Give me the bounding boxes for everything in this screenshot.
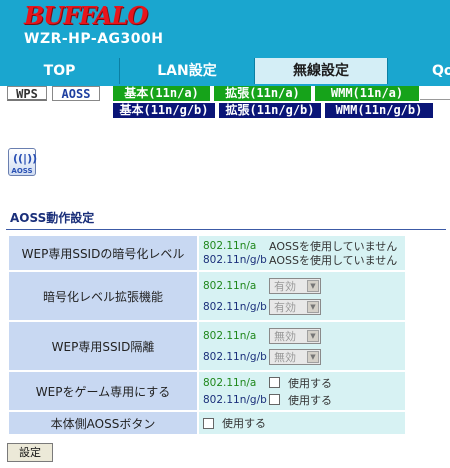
- std-11ngb: 802.11n/g/b: [203, 393, 267, 406]
- label-encryption-extension: 暗号化レベル拡張機能: [9, 272, 197, 320]
- std-11ngb: 802.11n/g/b: [203, 350, 267, 363]
- label-wep-ssid-isolation: WEP専用SSID隔離: [9, 322, 197, 370]
- value-wep-game-only: 802.11n/a 使用する 802.11n/g/b 使用する: [199, 372, 405, 410]
- aoss-settings-table: WEP専用SSIDの暗号化レベル 802.11n/a AOSSを使用していません…: [7, 234, 407, 436]
- header: BUFFALO WZR-HP-AG300H: [0, 0, 450, 58]
- aoss-icon-text: AOSS: [11, 167, 33, 175]
- label-wep-ssid-level: WEP専用SSIDの暗号化レベル: [9, 236, 197, 270]
- value-wep-ssid-isolation: 802.11n/a 無効 ▼ 802.11n/g/b 無効 ▼: [199, 322, 405, 370]
- subtab-basic-11na[interactable]: 基本(11n/a): [113, 86, 210, 101]
- section-divider: [6, 229, 446, 230]
- aoss-icon[interactable]: ((|)) AOSS: [8, 148, 38, 176]
- wep-game-11na-checkbox[interactable]: [269, 377, 280, 388]
- subtab-aoss[interactable]: AOSS: [52, 86, 100, 101]
- buffalo-logo: BUFFALO: [24, 1, 148, 30]
- chevron-down-icon: ▼: [307, 350, 319, 363]
- std-11na: 802.11n/a: [203, 329, 257, 342]
- tab-wireless-settings[interactable]: 無線設定: [255, 58, 388, 84]
- std-11na: 802.11n/a: [203, 279, 257, 292]
- encryption-extension-11na-select[interactable]: 有効 ▼: [269, 277, 321, 294]
- subtab-wps[interactable]: WPS: [7, 86, 47, 101]
- encryption-extension-11ngb-select[interactable]: 有効 ▼: [269, 298, 321, 315]
- value-wep-ssid-level: 802.11n/a AOSSを使用していません 802.11n/g/b AOSS…: [199, 236, 405, 270]
- subtab-ext-11na[interactable]: 拡張(11n/a): [214, 86, 311, 101]
- checkbox-label: 使用する: [222, 417, 266, 430]
- subtab-wmm-11na[interactable]: WMM(11n/a): [315, 86, 419, 101]
- table-row: WEP専用SSID隔離 802.11n/a 無効 ▼ 802.11n/g/b 無効…: [9, 322, 405, 370]
- tab-qos[interactable]: Qo: [388, 58, 450, 84]
- model-name: WZR-HP-AG300H: [24, 31, 164, 47]
- std-11na: 802.11n/a: [203, 376, 257, 389]
- std-11ngb: 802.11n/g/b: [203, 300, 267, 313]
- wireless-waves-icon: ((|)): [13, 152, 38, 165]
- subtab-basic-11ngb[interactable]: 基本(11n/g/b): [113, 103, 215, 118]
- aoss-status-11ngb: AOSSを使用していません: [269, 254, 398, 267]
- section-title: AOSS動作設定: [10, 211, 95, 225]
- std-11na: 802.11n/a: [203, 240, 257, 252]
- chevron-down-icon: ▼: [307, 300, 319, 313]
- subtab-wmm-11ngb[interactable]: WMM(11n/g/b): [325, 103, 433, 118]
- chevron-down-icon: ▼: [307, 329, 319, 342]
- std-11ngb: 802.11n/g/b: [203, 254, 267, 266]
- main-tabs: TOP LAN設定 無線設定 Qo: [0, 58, 450, 84]
- value-aoss-button: 使用する: [199, 412, 405, 434]
- subtab-ext-11ngb[interactable]: 拡張(11n/g/b): [219, 103, 321, 118]
- table-row: WEP専用SSIDの暗号化レベル 802.11n/a AOSSを使用していません…: [9, 236, 405, 270]
- chevron-down-icon: ▼: [307, 279, 319, 292]
- value-encryption-extension: 802.11n/a 有効 ▼ 802.11n/g/b 有効 ▼: [199, 272, 405, 320]
- table-row: 本体側AOSSボタン 使用する: [9, 412, 405, 434]
- label-aoss-button: 本体側AOSSボタン: [9, 412, 197, 434]
- tab-lan-settings[interactable]: LAN設定: [120, 58, 255, 84]
- table-row: 暗号化レベル拡張機能 802.11n/a 有効 ▼ 802.11n/g/b 有効 ▼: [9, 272, 405, 320]
- tab-top[interactable]: TOP: [0, 58, 120, 84]
- checkbox-label: 使用する: [288, 393, 332, 407]
- wep-game-11ngb-checkbox[interactable]: [269, 394, 280, 405]
- wep-isolation-11ngb-select[interactable]: 無効 ▼: [269, 348, 321, 365]
- submit-button[interactable]: 設定: [7, 443, 53, 462]
- checkbox-label: 使用する: [288, 376, 332, 390]
- table-row: WEPをゲーム専用にする 802.11n/a 使用する 802.11n/g/b …: [9, 372, 405, 410]
- aoss-button-checkbox[interactable]: [203, 417, 214, 429]
- wep-isolation-11na-select[interactable]: 無効 ▼: [269, 327, 321, 344]
- label-wep-game-only: WEPをゲーム専用にする: [9, 372, 197, 410]
- subtab-underline: [420, 99, 450, 100]
